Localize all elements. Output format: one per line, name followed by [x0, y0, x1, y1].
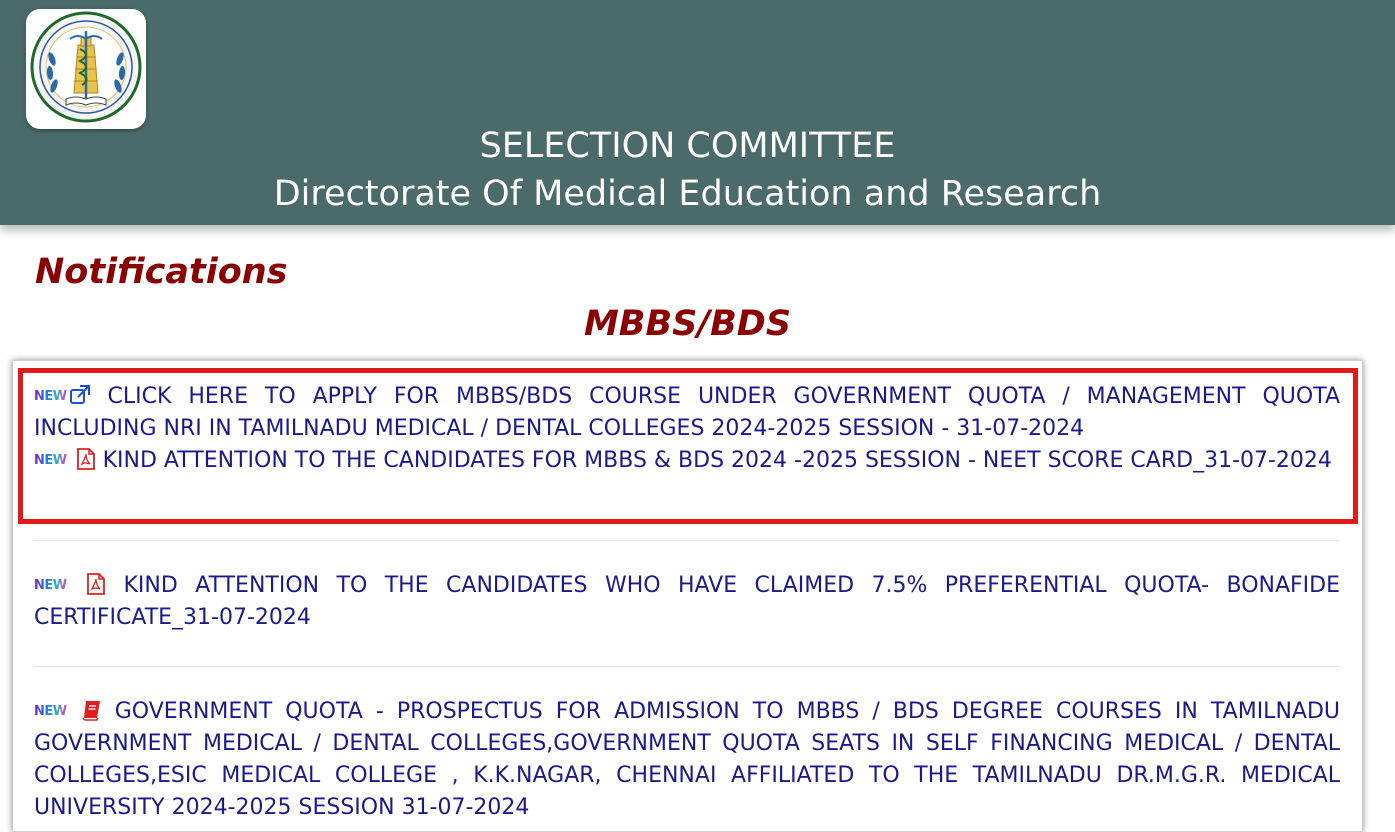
- site-header: SELECTION COMMITTEE Directorate Of Medic…: [0, 0, 1395, 225]
- logo[interactable]: [26, 9, 146, 129]
- divider: [34, 540, 1340, 541]
- divider: [34, 666, 1340, 667]
- new-badge: NEW: [34, 445, 67, 477]
- notice-item[interactable]: NEW GOVERNMENT QUOTA - PROSPECTUS FOR AD…: [34, 696, 1340, 824]
- new-badge: NEW: [34, 696, 67, 728]
- notice-link[interactable]: CLICK HERE TO APPLY FOR MBBS/BDS COURSE …: [34, 384, 1340, 441]
- pdf-icon: [76, 448, 95, 470]
- external-link-icon: [69, 385, 90, 404]
- notice-item[interactable]: NEW KIND ATTENTION TO THE CANDIDATES FOR…: [34, 445, 1340, 477]
- notice-item[interactable]: NEW KIND ATTENTION TO THE CANDIDATES WHO…: [34, 570, 1340, 634]
- section-heading: MBBS/BDS: [583, 304, 792, 344]
- pdf-icon: [87, 573, 105, 595]
- notice-link[interactable]: KIND ATTENTION TO THE CANDIDATES FOR MBB…: [103, 448, 1332, 473]
- notice-item[interactable]: NEW CLICK HERE TO APPLY FOR MBBS/BDS COU…: [34, 381, 1340, 445]
- book-icon: [82, 701, 100, 721]
- notifications-heading: Notifications: [35, 252, 288, 292]
- new-badge: NEW: [34, 381, 67, 413]
- notice-link[interactable]: KIND ATTENTION TO THE CANDIDATES WHO HAV…: [34, 573, 1340, 630]
- new-badge: NEW: [34, 570, 67, 602]
- site-subtitle: Directorate Of Medical Education and Res…: [273, 174, 1102, 214]
- notice-link[interactable]: GOVERNMENT QUOTA - PROSPECTUS FOR ADMISS…: [34, 699, 1340, 820]
- dme-emblem-logo-icon: [30, 11, 142, 123]
- site-title: SELECTION COMMITTEE: [479, 126, 896, 166]
